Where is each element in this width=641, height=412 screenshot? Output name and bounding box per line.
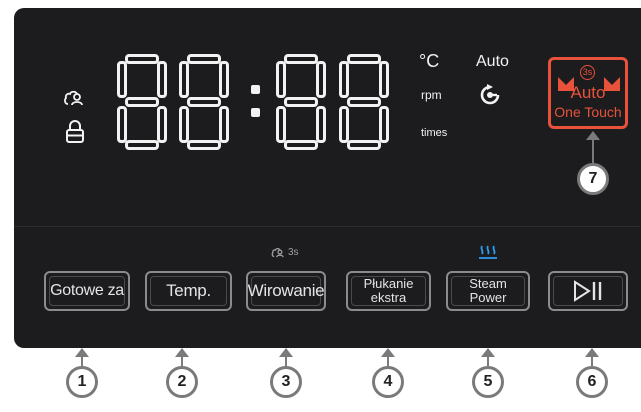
- auto-cycle-icon: [480, 84, 500, 105]
- extra-rinse-label: Płukanie ekstra: [364, 277, 414, 305]
- auto-one-touch-button[interactable]: 3s Auto One Touch: [548, 57, 628, 129]
- display-digit-4: [339, 54, 389, 150]
- callout-badge-2: 2: [166, 366, 198, 398]
- extra-rinse-line2: ekstra: [370, 290, 407, 305]
- temperature-button[interactable]: Temp.: [145, 271, 232, 311]
- steam-power-label: Steam Power: [469, 277, 507, 305]
- temperature-label: Temp.: [166, 281, 211, 300]
- auto-one-touch-line2: One Touch: [554, 104, 622, 120]
- rpm-unit: rpm: [421, 88, 442, 102]
- celsius-unit: °C: [419, 51, 440, 71]
- extra-rinse-line1: Płukanie: [363, 276, 414, 291]
- spin-button[interactable]: Wirowanie: [246, 271, 326, 311]
- child-lock-hint-duration: 3s: [288, 247, 299, 258]
- display-digit-2: [179, 54, 229, 150]
- callout-badge-6: 6: [576, 366, 608, 398]
- start-pause-button[interactable]: [548, 271, 628, 311]
- spin-label: Wirowanie: [247, 281, 325, 300]
- ready-in-label: Gotowe za: [50, 282, 124, 299]
- ready-in-button[interactable]: Gotowe za: [44, 271, 130, 311]
- display-digit-1: [117, 54, 167, 150]
- steam-power-line1: Steam: [469, 276, 507, 291]
- callout-badge-5: 5: [472, 366, 504, 398]
- child-lock-hint-icon: [271, 248, 284, 258]
- callout-badge-1: 1: [66, 366, 98, 398]
- callout-line-7: [592, 139, 594, 163]
- panel-divider: [14, 226, 641, 227]
- display-digit-3: [276, 54, 326, 150]
- steam-power-button[interactable]: Steam Power: [446, 271, 530, 311]
- extra-rinse-button[interactable]: Płukanie ekstra: [346, 271, 431, 311]
- callout-badge-7: 7: [577, 163, 609, 195]
- times-unit: times: [421, 127, 448, 139]
- auto-one-touch-line1: Auto: [570, 83, 606, 102]
- child-lock-icon: [64, 90, 83, 106]
- display-colon-bottom: [251, 108, 260, 117]
- callout-badge-3: 3: [270, 366, 302, 398]
- play-pause-icon: [574, 280, 602, 302]
- callout-badge-4: 4: [372, 366, 404, 398]
- door-lock-icon: [66, 120, 84, 143]
- auto-indicator-label: Auto: [476, 53, 509, 70]
- steam-icon: [479, 245, 497, 259]
- steam-power-line2: Power: [469, 290, 507, 305]
- display-colon-top: [251, 85, 260, 94]
